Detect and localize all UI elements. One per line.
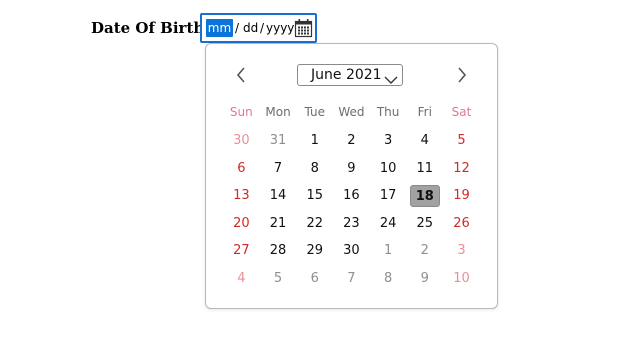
calendar-day[interactable]: 10 xyxy=(370,155,407,183)
calendar-day[interactable]: 20 xyxy=(223,210,260,238)
calendar-day[interactable]: 28 xyxy=(260,237,297,265)
weekday-label: Tue xyxy=(304,105,325,119)
calendar-day[interactable]: 9 xyxy=(333,155,370,183)
calendar-day[interactable]: 31 xyxy=(260,127,297,155)
calendar-day[interactable]: 7 xyxy=(333,265,370,293)
calendar-day[interactable]: 2 xyxy=(333,127,370,155)
calendar-day[interactable]: 23 xyxy=(333,210,370,238)
calendar-day[interactable]: 4 xyxy=(406,127,443,155)
date-of-birth-input[interactable]: mm / dd / yyyy xyxy=(200,13,317,43)
chevron-right-icon[interactable] xyxy=(451,64,473,86)
calendar-day[interactable]: 19 xyxy=(443,182,480,210)
calendar-day[interactable]: 6 xyxy=(296,265,333,293)
day-segment[interactable]: dd xyxy=(243,19,258,37)
calendar-day[interactable]: 4 xyxy=(223,265,260,293)
calendar-week: 20 21 22 23 24 25 26 xyxy=(223,210,480,238)
calendar-week: 30 31 1 2 3 4 5 xyxy=(223,127,480,155)
calendar-day[interactable]: 5 xyxy=(443,127,480,155)
calendar-day[interactable]: 24 xyxy=(370,210,407,238)
selected-day-value: 18 xyxy=(409,184,440,207)
calendar-day[interactable]: 8 xyxy=(370,265,407,293)
calendar-day[interactable]: 9 xyxy=(406,265,443,293)
month-year-select[interactable]: June 2021 xyxy=(297,64,403,86)
month-segment[interactable]: mm xyxy=(206,19,233,37)
date-of-birth-label: Date Of Birth xyxy=(91,19,205,37)
calendar-day[interactable]: 25 xyxy=(406,210,443,238)
calendar-day[interactable]: 16 xyxy=(333,182,370,210)
calendar-day[interactable]: 10 xyxy=(443,265,480,293)
calendar-day[interactable]: 21 xyxy=(260,210,297,238)
calendar-week: 4 5 6 7 8 9 10 xyxy=(223,265,480,293)
calendar-day[interactable]: 13 xyxy=(223,182,260,210)
calendar-week: 6 7 8 9 10 11 12 xyxy=(223,155,480,183)
calendar-day[interactable]: 22 xyxy=(296,210,333,238)
calendar-day[interactable]: 5 xyxy=(260,265,297,293)
chevron-down-icon xyxy=(384,70,398,84)
calendar-day[interactable]: 2 xyxy=(406,237,443,265)
calendar-icon[interactable] xyxy=(294,18,313,38)
calendar-day[interactable]: 27 xyxy=(223,237,260,265)
chevron-left-icon[interactable] xyxy=(230,64,252,86)
calendar-day[interactable]: 1 xyxy=(370,237,407,265)
calendar-grid: 30 31 1 2 3 4 5 6 7 8 9 10 11 12 13 14 1… xyxy=(223,127,480,292)
weekday-label: Thu xyxy=(376,105,400,119)
calendar-day[interactable]: 7 xyxy=(260,155,297,183)
weekday-label: Sun xyxy=(229,105,253,119)
calendar-day[interactable]: 26 xyxy=(443,210,480,238)
calendar-day[interactable]: 11 xyxy=(406,155,443,183)
weekday-label: Wed xyxy=(338,105,365,119)
calendar-day[interactable]: 15 xyxy=(296,182,333,210)
calendar-day[interactable]: 30 xyxy=(223,127,260,155)
weekday-label: Mon xyxy=(265,105,291,119)
weekday-header: Sun Mon Tue Wed Thu Fri Sat xyxy=(223,104,480,120)
calendar-day[interactable]: 29 xyxy=(296,237,333,265)
month-year-value: June 2021 xyxy=(311,67,382,83)
calendar-day[interactable]: 14 xyxy=(260,182,297,210)
calendar-week: 13 14 15 16 17 18 19 xyxy=(223,182,480,210)
date-picker-popup: June 2021 Sun Mon Tue Wed Thu Fri Sat 30… xyxy=(205,43,498,309)
calendar-day[interactable]: 1 xyxy=(296,127,333,155)
calendar-day-selected[interactable]: 18 xyxy=(406,182,443,210)
calendar-day[interactable]: 17 xyxy=(370,182,407,210)
calendar-day[interactable]: 30 xyxy=(333,237,370,265)
calendar-day[interactable]: 3 xyxy=(443,237,480,265)
calendar-day[interactable]: 12 xyxy=(443,155,480,183)
calendar-day[interactable]: 8 xyxy=(296,155,333,183)
calendar-day[interactable]: 3 xyxy=(370,127,407,155)
weekday-label: Fri xyxy=(417,105,432,119)
year-segment[interactable]: yyyy xyxy=(266,19,294,37)
date-separator: / xyxy=(260,21,265,35)
calendar-day[interactable]: 6 xyxy=(223,155,260,183)
date-separator: / xyxy=(235,21,240,35)
weekday-label: Sat xyxy=(451,105,472,119)
calendar-week: 27 28 29 30 1 2 3 xyxy=(223,237,480,265)
